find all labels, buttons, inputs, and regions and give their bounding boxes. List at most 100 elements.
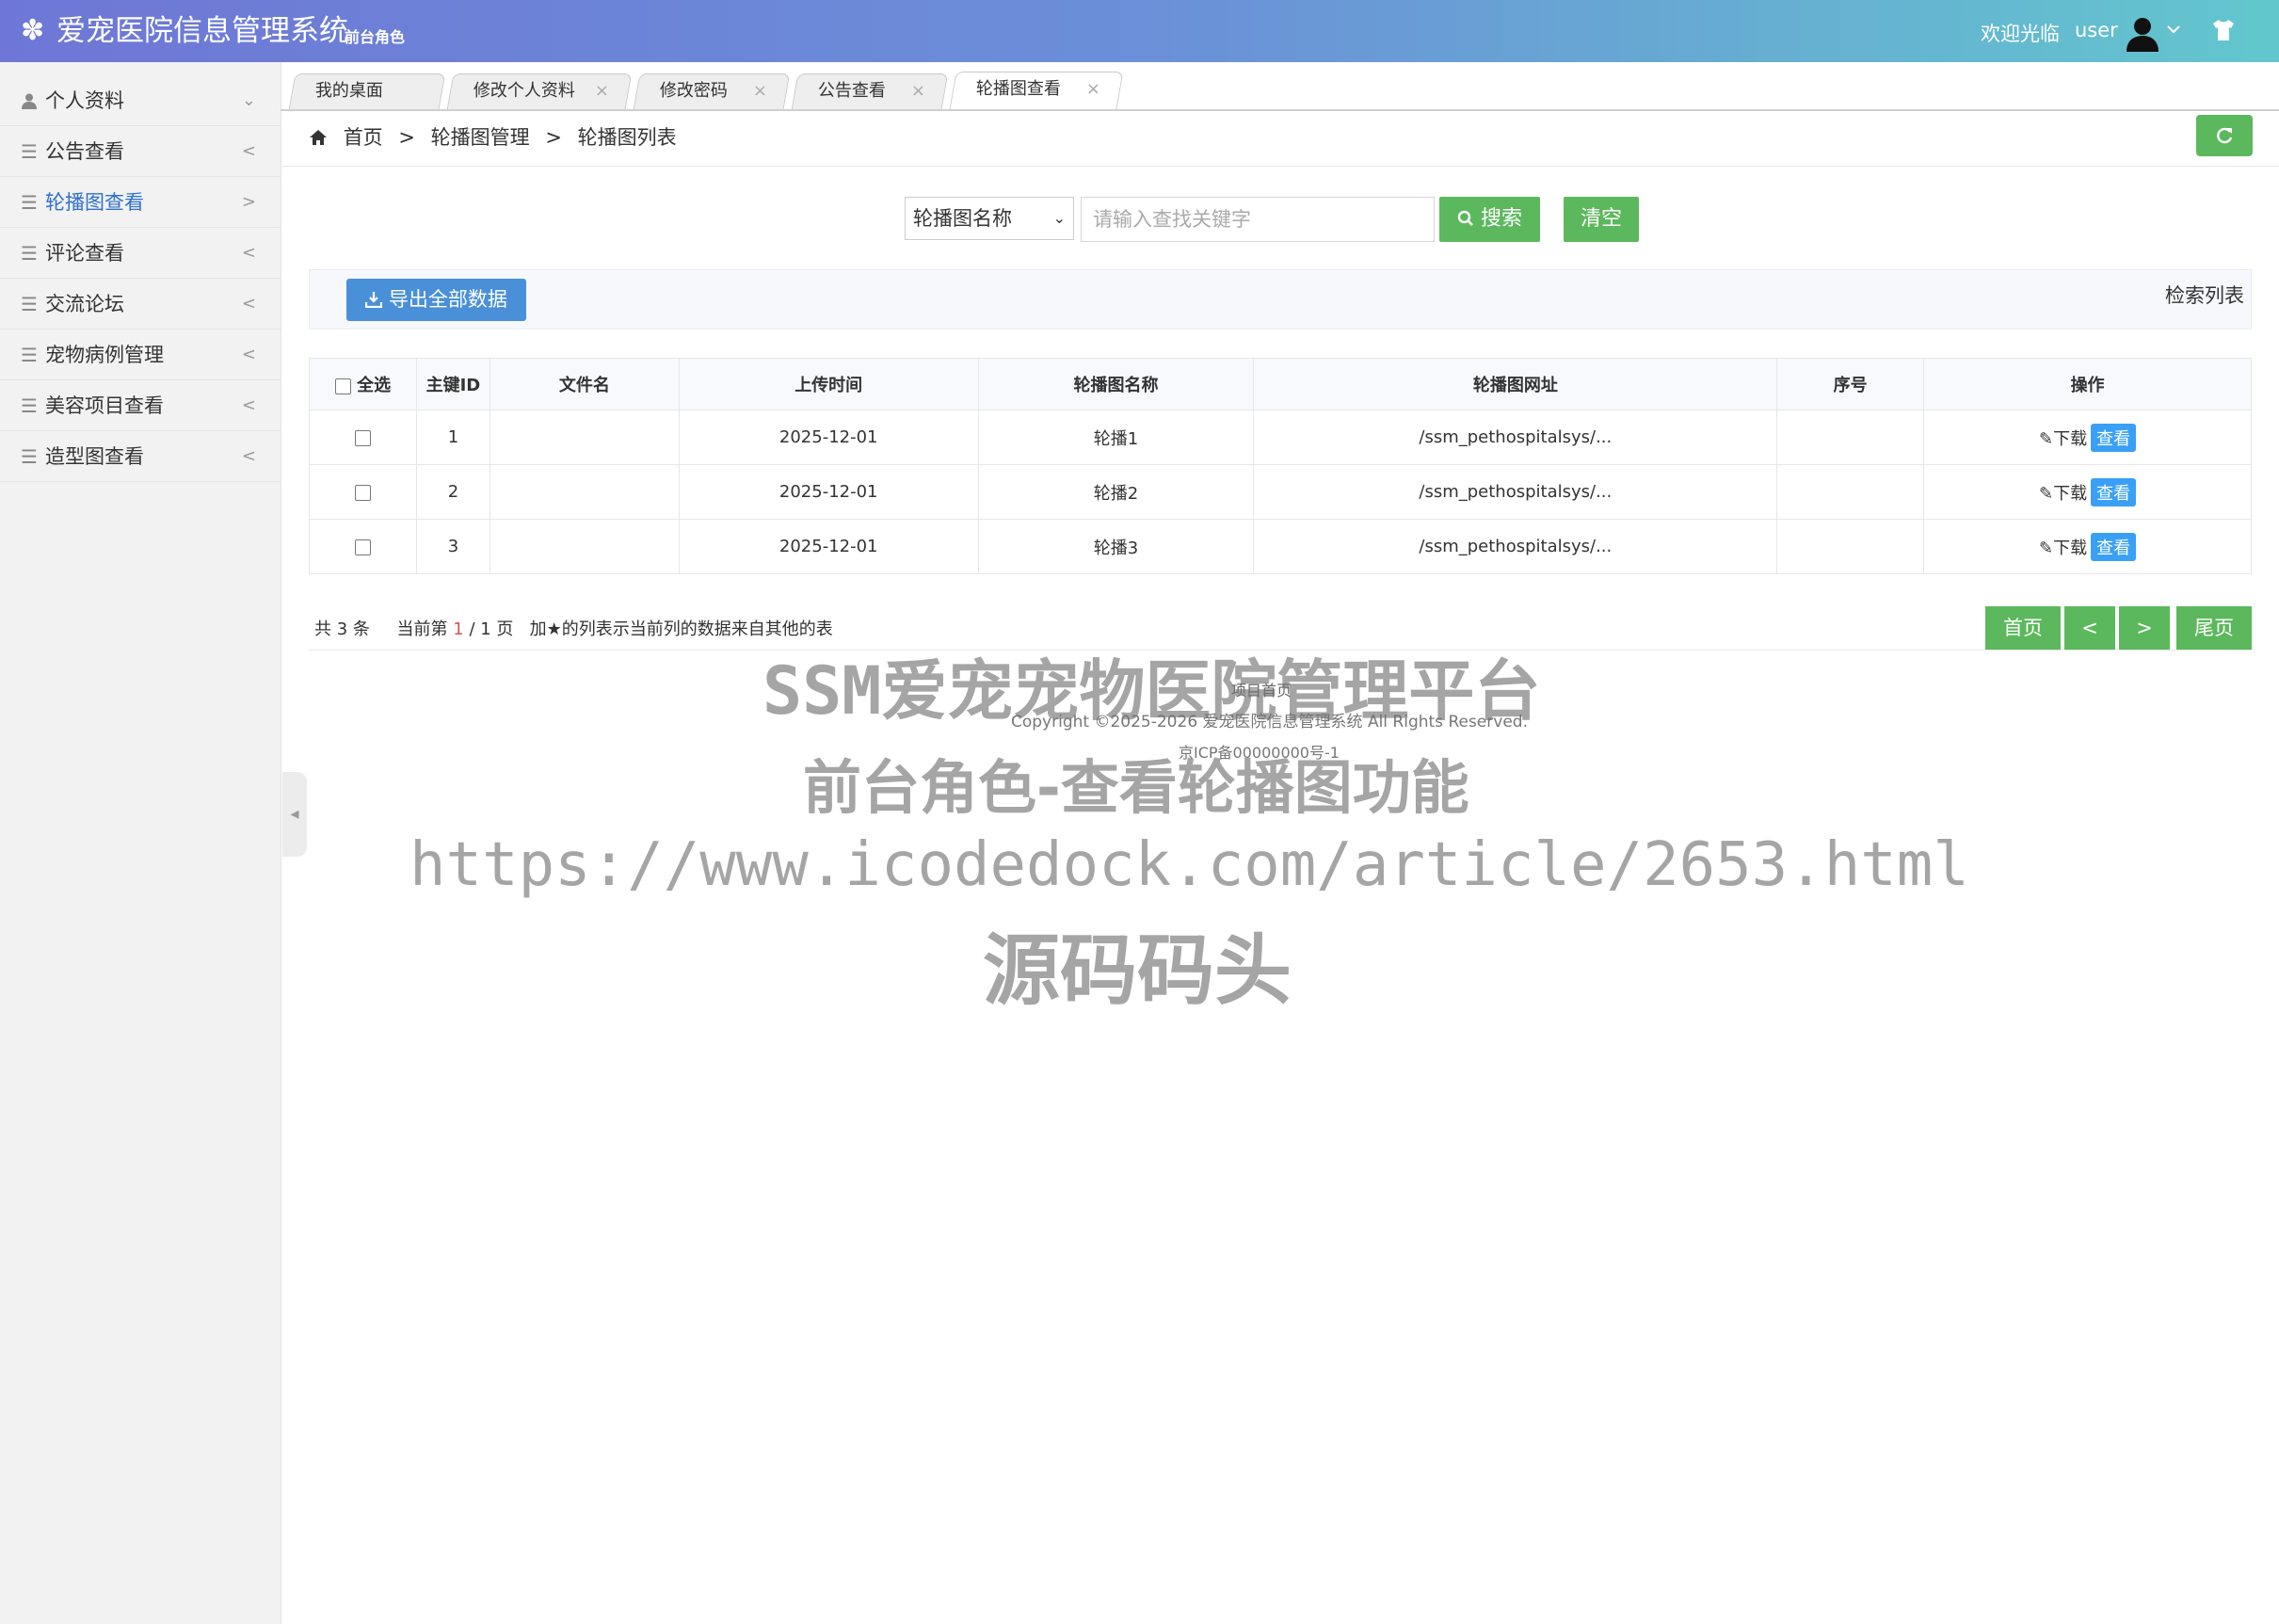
arrow-icon: > bbox=[241, 192, 256, 212]
next-page-button[interactable]: > bbox=[2119, 606, 2170, 650]
chevron-down-icon[interactable] bbox=[2165, 21, 2182, 38]
pencil-icon: ✎ bbox=[2039, 428, 2054, 449]
sidebar-collapse-handle[interactable]: ◂ bbox=[282, 772, 307, 857]
download-label: 下载 bbox=[2053, 538, 2088, 558]
view-button[interactable]: 查看 bbox=[2091, 477, 2137, 506]
table-header-row: 全选 主键ID 文件名 上传时间 轮播图名称 轮播图网址 序号 操作 bbox=[309, 358, 2252, 410]
watermark-line3: https://www.icodedock.com/article/2653.h… bbox=[409, 830, 1969, 900]
close-icon[interactable]: × bbox=[911, 74, 925, 108]
export-all-button[interactable]: 导出全部数据 bbox=[346, 279, 526, 321]
menu-icon: ☰ bbox=[21, 445, 38, 468]
search-field-selected: 轮播图名称 bbox=[913, 207, 1012, 230]
cell-id: 2 bbox=[415, 464, 490, 520]
search-field-select[interactable]: 轮播图名称 ⌄ bbox=[905, 197, 1074, 240]
close-icon[interactable]: × bbox=[753, 74, 767, 108]
user-avatar-icon[interactable] bbox=[2124, 14, 2161, 52]
sidebar-item-comments[interactable]: ☰ 评论查看 < bbox=[0, 228, 281, 279]
total-prefix: 共 bbox=[314, 619, 331, 639]
cell-id: 3 bbox=[415, 519, 490, 574]
sidebar-item-notice[interactable]: ☰ 公告查看 < bbox=[0, 126, 281, 177]
breadcrumb-level1[interactable]: 轮播图管理 bbox=[431, 126, 530, 149]
tab-bar: 我的桌面 修改个人资料 × 修改密码 × 公告查看 × 轮播图查看 × bbox=[281, 62, 2279, 111]
sidebar-item-label: 评论查看 bbox=[45, 242, 124, 265]
row-checkbox[interactable] bbox=[354, 484, 371, 501]
app-title: 爱宠医院信息管理系统 bbox=[56, 14, 348, 48]
search-button[interactable]: 搜索 bbox=[1439, 197, 1540, 242]
first-page-button[interactable]: 首页 bbox=[1985, 606, 2061, 650]
pencil-icon: ✎ bbox=[2039, 538, 2054, 558]
table-row: 2 2025-12-01 轮播2 /ssm_pethospitalsys/...… bbox=[309, 464, 2252, 520]
cell-name: 轮播2 bbox=[977, 464, 1255, 520]
search-input[interactable] bbox=[1081, 197, 1435, 242]
column-header: 序号 bbox=[1776, 358, 1925, 410]
cell-actions: ✎下载 查看 bbox=[1923, 464, 2252, 520]
cell-filename bbox=[489, 464, 680, 520]
cell-filename bbox=[489, 519, 680, 574]
clear-button-label: 清空 bbox=[1580, 207, 1622, 231]
menu-icon: ☰ bbox=[21, 344, 38, 366]
arrow-icon: < bbox=[241, 141, 256, 161]
close-icon[interactable]: × bbox=[1086, 72, 1100, 106]
row-select-cell bbox=[309, 410, 417, 465]
download-link[interactable]: ✎下载 bbox=[2039, 429, 2087, 449]
arrow-icon: < bbox=[241, 243, 256, 263]
download-link[interactable]: ✎下载 bbox=[2039, 539, 2087, 558]
row-checkbox[interactable] bbox=[354, 429, 371, 446]
clear-button[interactable]: 清空 bbox=[1564, 197, 1639, 242]
sidebar-item-label: 个人资料 bbox=[45, 89, 124, 112]
home-icon bbox=[309, 126, 334, 149]
export-button-label: 导出全部数据 bbox=[388, 288, 507, 311]
search-button-label: 搜索 bbox=[1480, 207, 1522, 231]
download-link[interactable]: ✎下载 bbox=[2039, 484, 2087, 504]
cell-url: /ssm_pethospitalsys/... bbox=[1253, 464, 1778, 520]
sidebar-item-forum[interactable]: ☰ 交流论坛 < bbox=[0, 279, 281, 330]
sidebar-item-label: 美容项目查看 bbox=[45, 394, 164, 417]
cell-time: 2025-12-01 bbox=[678, 410, 979, 465]
gear-icon: ✽ bbox=[21, 14, 45, 47]
app-role-label: 前台角色 bbox=[345, 28, 406, 46]
tab-edit-profile[interactable]: 修改个人资料 × bbox=[446, 73, 633, 109]
sidebar-item-pet-cases[interactable]: ☰ 宠物病例管理 < bbox=[0, 330, 281, 380]
select-all-header[interactable]: 全选 bbox=[309, 358, 417, 410]
prev-page-button[interactable]: < bbox=[2064, 606, 2115, 650]
tab-carousel[interactable]: 轮播图查看 × bbox=[949, 72, 1124, 109]
row-checkbox[interactable] bbox=[354, 539, 371, 555]
current-prefix: 当前第 bbox=[396, 619, 448, 639]
view-button[interactable]: 查看 bbox=[2091, 423, 2137, 452]
cell-name: 轮播3 bbox=[977, 519, 1255, 574]
tab-notice[interactable]: 公告查看 × bbox=[791, 73, 949, 109]
tab-label: 修改密码 bbox=[659, 81, 728, 101]
sidebar-item-beauty[interactable]: ☰ 美容项目查看 < bbox=[0, 380, 281, 431]
breadcrumb-separator: > bbox=[398, 126, 415, 149]
chevron-down-icon: ⌄ bbox=[241, 90, 256, 110]
close-icon[interactable]: × bbox=[595, 74, 609, 108]
column-header: 文件名 bbox=[489, 358, 680, 410]
cell-order bbox=[1776, 519, 1925, 574]
username-link[interactable]: user bbox=[2075, 19, 2118, 41]
sidebar-item-label: 造型图查看 bbox=[45, 445, 144, 468]
arrow-icon: < bbox=[241, 294, 256, 314]
tab-label: 修改个人资料 bbox=[473, 81, 575, 101]
table-row: 3 2025-12-01 轮播3 /ssm_pethospitalsys/...… bbox=[309, 519, 2252, 574]
arrow-icon: < bbox=[241, 345, 256, 364]
view-button[interactable]: 查看 bbox=[2091, 532, 2137, 561]
watermark-line4: 源码码头 bbox=[983, 926, 1292, 1016]
sidebar-item-styling[interactable]: ☰ 造型图查看 < bbox=[0, 431, 281, 482]
theme-shirt-icon[interactable] bbox=[2210, 17, 2237, 43]
download-icon bbox=[365, 288, 389, 311]
cell-order bbox=[1776, 464, 1925, 520]
cell-order bbox=[1776, 410, 1925, 465]
tab-change-password[interactable]: 修改密码 × bbox=[633, 73, 791, 109]
refresh-button[interactable] bbox=[2196, 115, 2253, 156]
tab-desktop[interactable]: 我的桌面 bbox=[288, 73, 446, 109]
sidebar-item-carousel[interactable]: ☰ 轮播图查看 > bbox=[0, 177, 281, 228]
last-page-button[interactable]: 尾页 bbox=[2176, 606, 2252, 650]
select-all-checkbox[interactable] bbox=[334, 378, 351, 394]
sidebar-item-label: 交流论坛 bbox=[45, 293, 124, 315]
sidebar: 个人资料 ⌄ ☰ 公告查看 < ☰ 轮播图查看 > ☰ 评论查看 < ☰ 交流论… bbox=[0, 62, 281, 1624]
sidebar-item-profile[interactable]: 个人资料 ⌄ bbox=[0, 75, 281, 126]
select-all-label: 全选 bbox=[357, 376, 392, 395]
column-header: 主键ID bbox=[415, 358, 490, 410]
breadcrumb-home[interactable]: 首页 bbox=[344, 126, 383, 149]
user-icon bbox=[21, 75, 41, 128]
